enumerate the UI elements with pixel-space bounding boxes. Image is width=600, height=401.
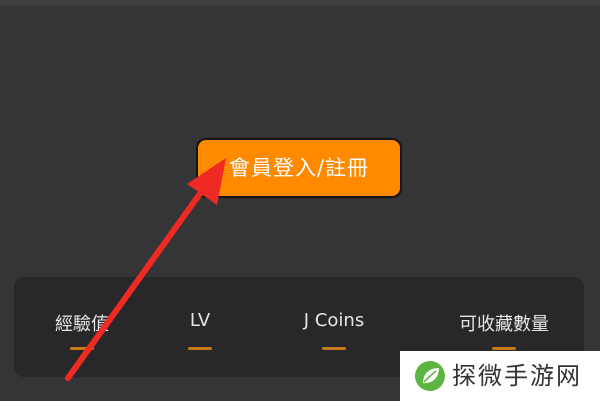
stat-label-experience: 經驗值 bbox=[55, 314, 109, 335]
member-login-register-button[interactable]: 會員登入/註冊 bbox=[196, 138, 402, 198]
stat-value-placeholder bbox=[322, 347, 346, 350]
profile-screen: 會員登入/註冊 經驗值 LV J Coins 可收藏數量 探微手游网 bbox=[0, 0, 600, 401]
stat-label-level: LV bbox=[189, 310, 211, 331]
stat-value-placeholder bbox=[188, 347, 212, 350]
stat-label-collection-count: 可收藏數量 bbox=[459, 314, 549, 335]
stat-label-coins: J Coins bbox=[303, 310, 365, 331]
watermark-text: 探微手游网 bbox=[452, 362, 582, 390]
stat-coins[interactable]: J Coins bbox=[272, 277, 396, 377]
stat-value-placeholder bbox=[70, 347, 94, 350]
stat-value-placeholder bbox=[492, 347, 516, 350]
leaf-logo-icon bbox=[415, 361, 445, 391]
stat-level[interactable]: LV bbox=[162, 277, 238, 377]
top-strip bbox=[0, 0, 600, 6]
watermark: 探微手游网 bbox=[400, 351, 600, 401]
stat-experience[interactable]: 經驗值 bbox=[26, 277, 138, 377]
